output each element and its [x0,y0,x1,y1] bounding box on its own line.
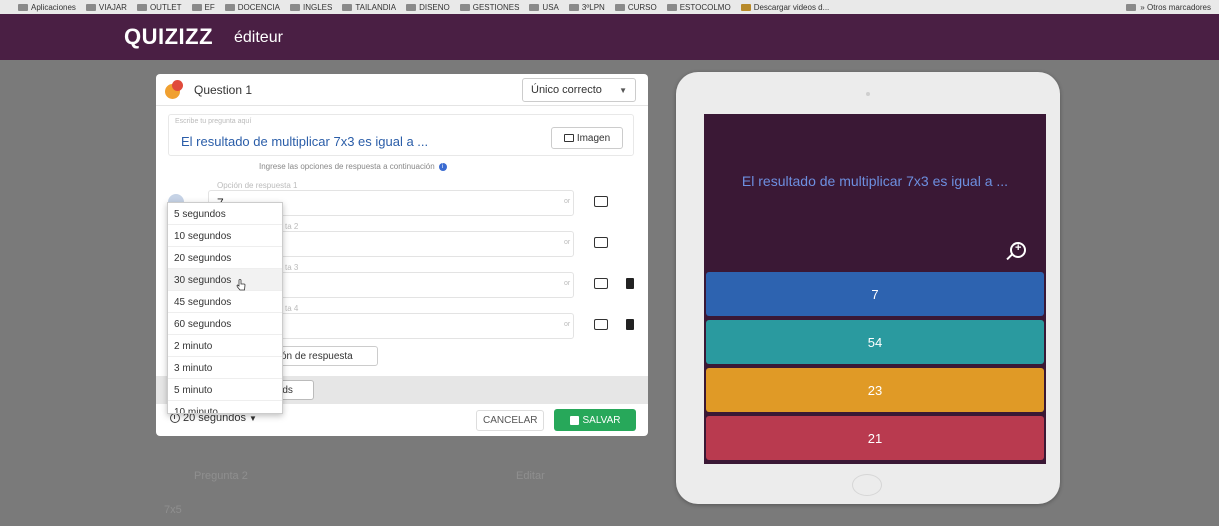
time-option[interactable]: 20 segundos [168,247,282,269]
tablet-preview: El resultado de multiplicar 7x3 es igual… [676,72,1060,504]
next-question-text: 7x5 [164,504,182,516]
bookmark-link[interactable]: Descargar videos d... [740,3,829,12]
edit-button[interactable]: Editar [516,470,545,482]
save-icon [569,415,579,425]
tablet-camera [866,92,870,96]
folder-icon [406,3,417,11]
hand-cursor-icon [236,279,246,291]
question-icon [165,80,185,100]
preview-answer[interactable]: 21 [706,416,1044,460]
zoom-in-icon[interactable]: + [1010,242,1026,258]
bookmark-folder[interactable]: 3ºLPN [568,3,605,12]
chevron-down-icon: ▼ [619,86,627,95]
time-option[interactable]: 5 minuto [168,379,282,401]
folder-icon [342,3,353,11]
bookmark-folder[interactable]: CURSO [614,3,657,12]
folder-icon [666,3,677,11]
bookmark-folder[interactable]: DISENO [406,3,450,12]
apps-icon [18,3,28,11]
options-hint: Ingrese las opciones de respuesta a cont… [259,162,447,171]
question-title: Question 1 [194,83,253,97]
time-option[interactable]: 60 segundos [168,313,282,335]
next-question-card: Pregunta 2 Editar 7x5 [156,458,642,526]
bookmark-folder[interactable]: TAILANDIA [342,3,396,12]
folder-icon [459,3,470,11]
preview-answer[interactable]: 7 [706,272,1044,316]
question-type-select[interactable]: Único correcto ▼ [522,78,636,102]
bookmark-folder[interactable]: INGLES [289,3,332,12]
cancel-button[interactable]: CANCELAR [476,410,545,431]
bookmark-folder[interactable]: OUTLET [136,3,182,12]
question-hint: Escribe tu pregunta aquí [175,118,252,125]
time-option[interactable]: 45 segundos [168,291,282,313]
info-icon[interactable]: i [438,162,447,171]
time-option[interactable]: 5 segundos [168,203,282,225]
time-option[interactable]: 3 minuto [168,357,282,379]
answer-image-icon[interactable] [594,278,608,289]
save-button[interactable]: SALVAR [554,409,636,431]
bookmark-folder[interactable]: EF [191,3,215,12]
time-option[interactable]: 10 segundos [168,225,282,247]
folder-icon [136,3,147,11]
bookmark-folder[interactable]: DOCENCIA [224,3,280,12]
bookmark-folder[interactable]: GESTIONES [459,3,519,12]
folder-icon [224,3,235,11]
image-button[interactable]: Imagen [551,127,623,149]
time-dropdown-menu: 5 segundos 10 segundos 20 segundos 30 se… [167,202,283,414]
folder-icon [614,3,625,11]
answer-image-icon[interactable] [594,237,608,248]
preview-answer[interactable]: 54 [706,320,1044,364]
bookmark-folder[interactable]: VIAJAR [85,3,127,12]
trash-icon[interactable] [626,319,634,330]
time-option[interactable]: 2 minuto [168,335,282,357]
bookmarks-bar: Aplicaciones VIAJAR OUTLET EF DOCENCIA I… [0,0,1219,14]
editor-subtitle: éditeur [234,29,283,46]
answer-image-icon[interactable] [594,196,608,207]
question-text: El resultado de multiplicar 7x3 es igual… [181,134,429,149]
app-header: QUIZIZZ éditeur [0,14,1219,60]
bookmark-apps[interactable]: Aplicaciones [18,3,76,12]
time-option[interactable]: 30 segundos [168,269,282,291]
chevron-down-icon: ▼ [249,413,257,423]
folder-icon [529,3,540,11]
folder-icon [289,3,300,11]
preview-screen: El resultado de multiplicar 7x3 es igual… [704,114,1046,464]
bookmark-folder[interactable]: USA [529,3,559,12]
download-icon [740,3,751,11]
time-option[interactable]: 10 minuto [168,401,282,413]
question-input[interactable]: Escribe tu pregunta aquí El resultado de… [168,114,634,156]
quizizz-logo[interactable]: QUIZIZZ [124,24,213,50]
preview-answer[interactable]: 23 [706,368,1044,412]
bookmark-folder[interactable]: ESTOCOLMO [666,3,731,12]
folder-icon [191,3,202,11]
trash-icon[interactable] [626,278,634,289]
next-question-title: Pregunta 2 [194,470,248,482]
question-header: Question 1 Único correcto ▼ [156,74,648,106]
clock-icon [170,413,180,423]
folder-icon [85,3,96,11]
preview-question: El resultado de multiplicar 7x3 es igual… [741,173,1009,189]
folder-icon [568,3,579,11]
other-bookmarks[interactable]: » Otros marcadores [1120,0,1211,14]
folder-icon [1126,3,1137,11]
image-icon [563,134,574,142]
tablet-home-button [852,474,882,496]
answer-image-icon[interactable] [594,319,608,330]
